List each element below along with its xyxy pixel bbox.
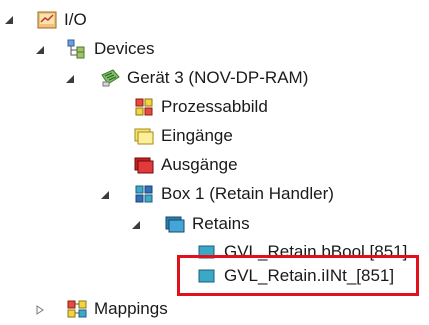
variable-icon [196,265,218,287]
devices-icon [66,38,88,60]
tree-node-label: Retains [192,214,250,233]
tree-node-devices[interactable]: Devices [66,35,154,63]
expand-arrow-retains[interactable] [129,218,143,232]
tree-node-var-int[interactable]: GVL_Retain.iINt_[851] [196,262,394,290]
tree-node-label: GVL_Retain.iINt_[851] [224,266,395,285]
process-image-icon [133,96,155,118]
box-icon [133,183,155,205]
tree-node-ausgaenge[interactable]: Ausgänge [133,151,238,179]
expanded-arrow-icon [66,75,74,83]
tree-node-label: Prozessabbild [161,97,268,116]
tree-node-mappings[interactable]: Mappings [66,295,168,323]
tree-node-retains[interactable]: Retains [164,210,250,238]
collapsed-arrow-icon [36,305,44,315]
outputs-icon [133,154,155,176]
expand-arrow-io[interactable] [2,13,16,27]
expand-arrow-devices[interactable] [33,43,47,57]
tree-node-label: Eingänge [161,126,233,145]
io-folder-icon [36,9,58,31]
inputs-icon [133,125,155,147]
tree-node-io[interactable]: I/O [36,6,87,34]
tree-node-eingaenge[interactable]: Eingänge [133,122,233,150]
tree-node-label: Devices [94,39,155,58]
expanded-arrow-icon [132,221,140,229]
collapsed-arrow-mappings[interactable] [33,303,47,317]
tree-node-device[interactable]: Gerät 3 (NOV-DP-RAM) [99,64,308,92]
expanded-arrow-icon [5,16,13,24]
tree-node-label: Ausgänge [161,155,238,174]
expand-arrow-box[interactable] [98,188,112,202]
mappings-icon [66,298,88,320]
device-card-icon [99,67,121,89]
expanded-arrow-icon [36,46,44,54]
expanded-arrow-icon [101,191,109,199]
tree-node-box[interactable]: Box 1 (Retain Handler) [133,180,334,208]
expand-arrow-device[interactable] [63,72,77,86]
tree-node-label: Mappings [94,299,168,318]
tree-node-label: I/O [64,10,87,29]
tree-node-label: Gerät 3 (NOV-DP-RAM) [127,68,309,87]
tree-node-label: Box 1 (Retain Handler) [161,184,334,203]
tree-node-prozessabbild[interactable]: Prozessabbild [133,93,268,121]
retains-icon [164,213,186,235]
